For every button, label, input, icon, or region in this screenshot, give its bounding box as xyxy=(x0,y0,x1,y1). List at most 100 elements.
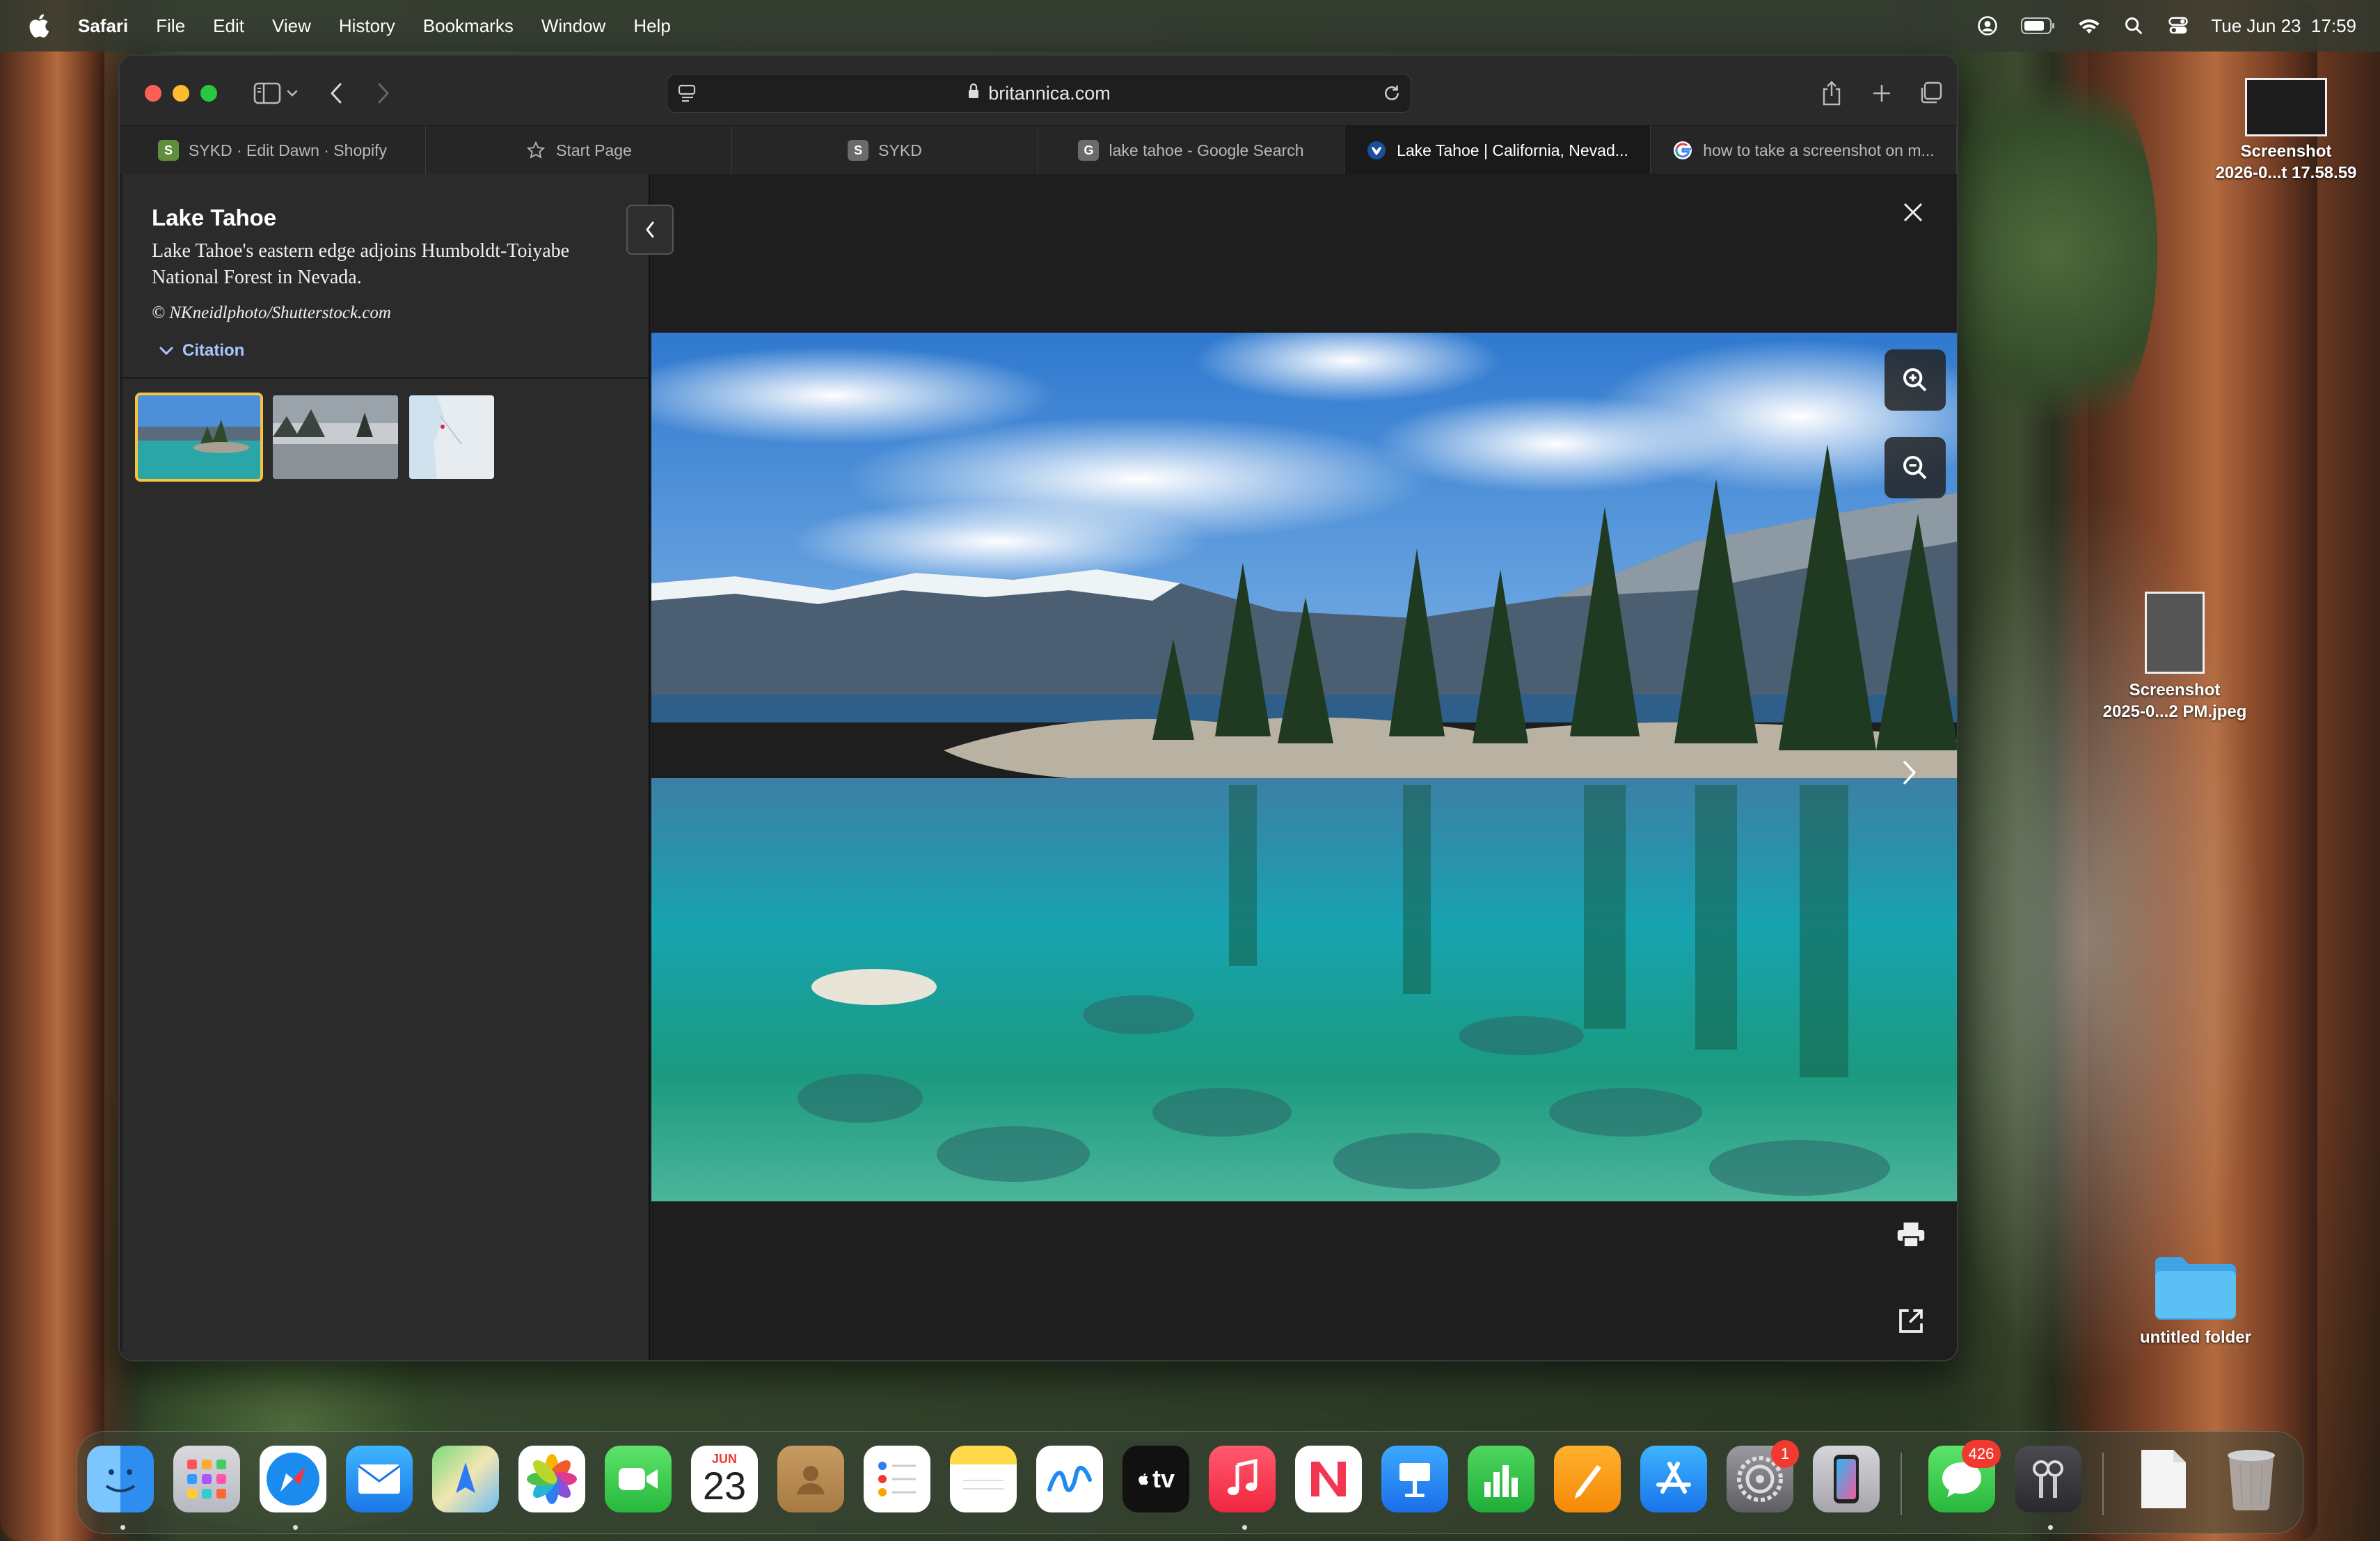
thumbnail-lake-tahoe[interactable] xyxy=(135,393,263,482)
forward-button[interactable] xyxy=(365,75,401,111)
collapse-panel-button[interactable] xyxy=(626,205,674,255)
battery-icon[interactable] xyxy=(2020,14,2056,38)
tv-label: tv xyxy=(1152,1464,1175,1493)
apple-tv-icon[interactable]: tv xyxy=(1122,1446,1189,1512)
control-center-icon[interactable] xyxy=(2166,14,2190,38)
music-icon[interactable] xyxy=(1209,1446,1276,1512)
thumbnail-winter-lake[interactable] xyxy=(273,395,398,479)
tab-overview-icon[interactable] xyxy=(1912,75,1949,111)
menu-window[interactable]: Window xyxy=(541,15,605,37)
menu-file[interactable]: File xyxy=(156,15,185,37)
calendar-day: 23 xyxy=(702,1464,747,1508)
chevron-left-icon xyxy=(646,221,654,238)
share-icon[interactable] xyxy=(1814,75,1850,111)
desktop-folder-untitled[interactable]: untitled folder xyxy=(2102,1253,2290,1348)
numbers-icon[interactable] xyxy=(1468,1446,1534,1512)
apple-logo-icon[interactable] xyxy=(26,12,54,40)
menu-app-safari[interactable]: Safari xyxy=(78,15,128,37)
close-window-button[interactable] xyxy=(145,85,161,102)
image-viewer xyxy=(651,174,1957,1360)
wifi-icon[interactable] xyxy=(2077,14,2101,38)
trash-icon[interactable] xyxy=(2218,1446,2285,1512)
close-viewer-button[interactable] xyxy=(1896,195,1930,230)
media-title: Lake Tahoe xyxy=(152,205,277,230)
lake-tahoe-photo xyxy=(651,333,1957,1201)
keynote-icon[interactable] xyxy=(1381,1446,1448,1512)
page-menu-icon[interactable] xyxy=(676,81,699,110)
document-icon[interactable] xyxy=(2130,1446,2197,1512)
desktop-file-screenshot-1[interactable]: Screenshot 2026-0...t 17.58.59 xyxy=(2192,78,2380,184)
new-tab-icon[interactable] xyxy=(1864,75,1900,111)
next-image-button[interactable] xyxy=(1889,745,1930,800)
messages-icon[interactable]: 426 xyxy=(1928,1440,2001,1512)
tab-label: how to take a screenshot on m... xyxy=(1703,141,1935,159)
notification-badge: 426 xyxy=(1962,1440,2001,1468)
menu-clock[interactable]: Tue Jun 23 17:59 xyxy=(2211,15,2356,37)
spotlight-search-icon[interactable] xyxy=(2122,14,2145,38)
desktop-icon-label: Screenshot xyxy=(2240,142,2332,161)
notes-icon[interactable] xyxy=(950,1446,1017,1512)
tab-google-search[interactable]: G lake tahoe - Google Search xyxy=(1038,126,1344,175)
maps-icon[interactable] xyxy=(432,1446,499,1512)
menu-bookmarks[interactable]: Bookmarks xyxy=(423,15,514,37)
zoom-in-button[interactable] xyxy=(1885,349,1946,411)
menu-edit[interactable]: Edit xyxy=(213,15,244,37)
desktop-icon-label: 2025-0...2 PM.jpeg xyxy=(2102,702,2247,721)
desktop-icon-label: untitled folder xyxy=(2140,1328,2251,1347)
star-icon xyxy=(525,140,546,161)
address-bar[interactable]: britannica.com xyxy=(667,74,1411,113)
zoom-out-button[interactable] xyxy=(1885,437,1946,498)
finder-icon[interactable] xyxy=(87,1446,154,1512)
tab-sykd[interactable]: S SYKD xyxy=(732,126,1038,175)
tab-britannica-active[interactable]: Lake Tahoe | California, Nevad... xyxy=(1344,126,1651,175)
chevron-right-icon xyxy=(1903,761,1916,784)
news-icon[interactable] xyxy=(1295,1446,1362,1512)
tab-screenshot-help[interactable]: how to take a screenshot on m... xyxy=(1651,126,1957,175)
reload-icon[interactable] xyxy=(1381,83,1402,109)
citation-label: Citation xyxy=(182,341,245,360)
keychain-icon[interactable] xyxy=(2015,1446,2081,1512)
user-account-icon[interactable] xyxy=(1976,14,1999,38)
desktop-file-screenshot-2[interactable]: Screenshot 2025-0...2 PM.jpeg xyxy=(2081,592,2269,722)
zoom-window-button[interactable] xyxy=(200,85,217,102)
thumbnail-map[interactable] xyxy=(409,395,494,479)
zoom-out-icon xyxy=(1903,456,1927,480)
print-button[interactable] xyxy=(1891,1215,1930,1254)
system-settings-icon[interactable]: 1 xyxy=(1727,1440,1799,1512)
menu-history[interactable]: History xyxy=(339,15,395,37)
photos-icon[interactable] xyxy=(518,1446,585,1512)
tab-start-page[interactable]: Start Page xyxy=(426,126,732,175)
safari-window: britannica.com S SYKD · Edit Dawn · Shop… xyxy=(118,54,1958,1361)
app-store-icon[interactable] xyxy=(1640,1446,1707,1512)
chevron-down-icon[interactable] xyxy=(281,75,303,111)
iphone-mirroring-icon[interactable] xyxy=(1813,1446,1880,1512)
contacts-icon[interactable] xyxy=(777,1446,844,1512)
reminders-icon[interactable] xyxy=(864,1446,930,1512)
britannica-icon xyxy=(1366,140,1387,161)
citation-toggle[interactable]: Citation xyxy=(159,341,244,361)
back-button[interactable] xyxy=(319,75,355,111)
google-icon xyxy=(1672,140,1693,161)
dock-separator xyxy=(2102,1453,2104,1515)
launchpad-icon[interactable] xyxy=(173,1446,240,1512)
pages-icon[interactable] xyxy=(1554,1446,1621,1512)
open-external-button[interactable] xyxy=(1891,1302,1930,1341)
calendar-icon[interactable]: JUN 23 xyxy=(691,1446,758,1512)
tab-shopify[interactable]: S SYKD · Edit Dawn · Shopify xyxy=(120,126,426,175)
running-indicator xyxy=(2048,1525,2053,1530)
mail-icon[interactable] xyxy=(346,1446,413,1512)
tab-label: lake tahoe - Google Search xyxy=(1109,141,1304,159)
minimize-window-button[interactable] xyxy=(173,85,189,102)
sidebar-toggle-icon[interactable] xyxy=(249,75,285,111)
freeform-icon[interactable] xyxy=(1036,1446,1103,1512)
printer-icon xyxy=(1897,1222,1925,1248)
media-caption: Lake Tahoe's eastern edge adjoins Humbol… xyxy=(152,240,570,288)
tab-label: Start Page xyxy=(556,141,632,159)
lock-icon xyxy=(967,83,980,104)
facetime-icon[interactable] xyxy=(605,1446,672,1512)
menu-view[interactable]: View xyxy=(272,15,311,37)
menu-help[interactable]: Help xyxy=(633,15,670,37)
safari-icon[interactable] xyxy=(260,1446,326,1512)
shopify-icon: S xyxy=(157,140,179,161)
menu-bar: Safari File Edit View History Bookmarks … xyxy=(0,0,2380,52)
